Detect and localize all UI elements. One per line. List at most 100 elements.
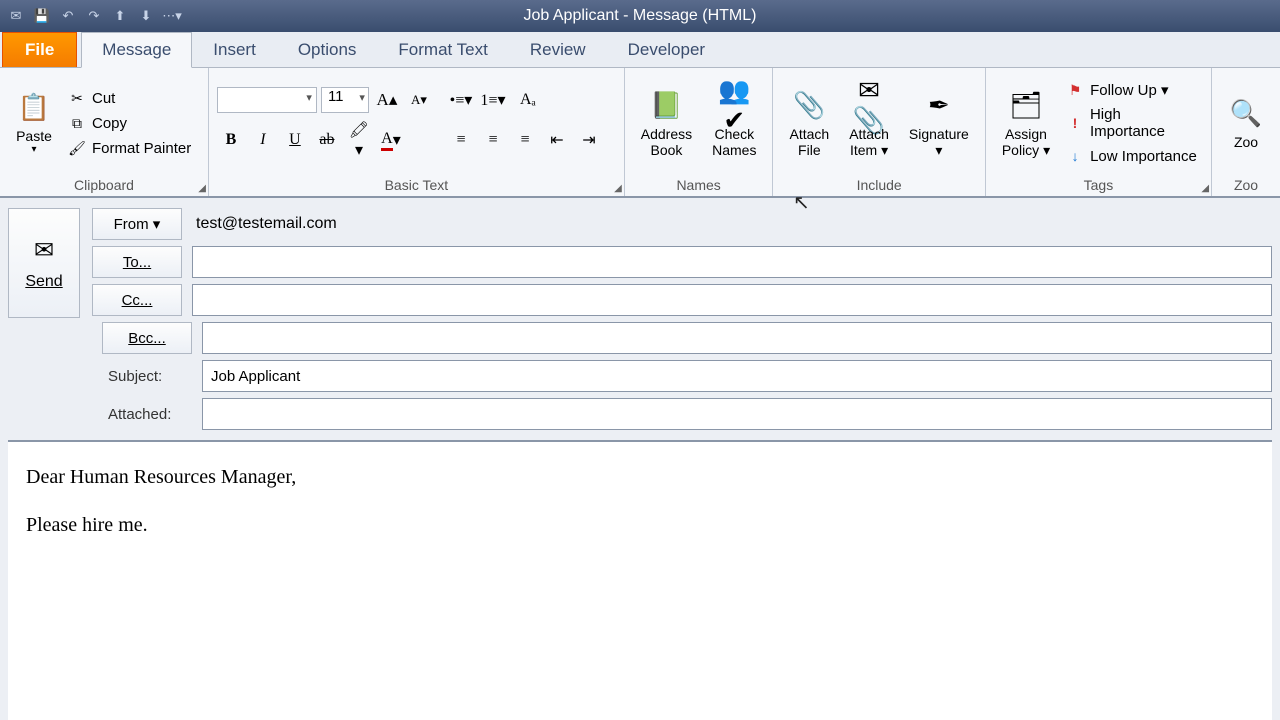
cut-label: Cut	[92, 90, 115, 107]
copy-label: Copy	[92, 115, 127, 132]
redo-icon[interactable]: ↷	[84, 6, 104, 26]
cc-label: Cc...	[122, 292, 153, 309]
brush-icon: 🖌	[68, 139, 86, 157]
send-button[interactable]: ✉ Send	[8, 208, 80, 318]
check-names-button[interactable]: 👥✔Check Names	[704, 72, 764, 174]
to-button[interactable]: To...	[92, 246, 182, 278]
signature-label: Signature ▾	[909, 126, 969, 158]
high-importance-button[interactable]: ! High Importance	[1062, 104, 1203, 142]
low-importance-button[interactable]: ↓Low Importance	[1062, 145, 1203, 167]
send-icon: ✉	[34, 236, 54, 265]
title-bar: ✉ 💾 ↶ ↷ ⬆ ⬇ ⋯▾ Job Applicant - Message (…	[0, 0, 1280, 32]
grow-font-icon: A▴	[377, 90, 398, 110]
format-painter-button[interactable]: 🖌 Format Painter	[64, 137, 195, 159]
group-clipboard: 📋 Paste ▾ ✂Cut ⧉Copy 🖌Format Painter Cli…	[0, 68, 209, 196]
to-input[interactable]	[192, 246, 1272, 278]
indent-button[interactable]: ⇥	[575, 127, 603, 153]
font-color-button[interactable]: A▾	[377, 127, 405, 153]
copy-button[interactable]: ⧉ Copy	[64, 112, 195, 134]
message-body[interactable]: Dear Human Resources Manager, Please hir…	[8, 440, 1272, 720]
highlight-button[interactable]: 🖍▾	[345, 127, 373, 153]
numbering-button[interactable]: 1≡▾	[479, 87, 507, 113]
cut-icon: ✂	[68, 89, 86, 107]
flag-icon: ⚑	[1066, 81, 1084, 99]
from-button[interactable]: From ▾	[92, 208, 182, 240]
high-importance-label: High Importance	[1090, 106, 1199, 140]
group-zoom-label: Zoo	[1220, 174, 1272, 194]
cut-button[interactable]: ✂ Cut	[64, 87, 195, 109]
numbering-icon: 1≡▾	[480, 90, 505, 110]
save-icon[interactable]: 💾	[32, 6, 52, 26]
shrink-font-button[interactable]: A▾	[405, 87, 433, 113]
from-value: test@testemail.com	[192, 215, 337, 233]
body-paragraph: Dear Human Resources Manager,	[26, 462, 1254, 492]
assign-policy-button[interactable]: 🗂Assign Policy ▾	[994, 72, 1058, 174]
indent-icon: ⇥	[582, 130, 595, 150]
tags-launcher-icon[interactable]: ◢	[1201, 183, 1209, 194]
copy-icon: ⧉	[68, 114, 86, 132]
group-tags: 🗂Assign Policy ▾ ⚑ Follow Up ▾ ! High Impo…	[986, 68, 1212, 196]
bold-button[interactable]: B	[217, 127, 245, 153]
subject-input[interactable]	[202, 360, 1272, 392]
italic-icon: I	[260, 131, 265, 149]
strike-button[interactable]: ab	[313, 127, 341, 153]
to-label: To...	[123, 254, 151, 271]
grow-font-button[interactable]: A▴	[373, 87, 401, 113]
tab-review[interactable]: Review	[509, 32, 607, 67]
bullets-button[interactable]: •≡▾	[447, 87, 475, 113]
outdent-button[interactable]: ⇤	[543, 127, 571, 153]
zoom-icon: 🔍	[1228, 96, 1264, 132]
undo-icon[interactable]: ↶	[58, 6, 78, 26]
italic-button[interactable]: I	[249, 127, 277, 153]
underline-icon: U	[289, 131, 301, 149]
cc-button[interactable]: Cc...	[92, 284, 182, 316]
cc-input[interactable]	[192, 284, 1272, 316]
font-size-combo[interactable]: 11	[321, 87, 369, 113]
high-importance-icon: !	[1066, 114, 1084, 132]
clear-format-icon: Aₐ	[520, 91, 536, 109]
tab-file[interactable]: File	[2, 32, 77, 67]
tab-message[interactable]: Message	[81, 32, 192, 68]
qat-more-icon[interactable]: ⋯▾	[162, 6, 182, 26]
low-importance-icon: ↓	[1066, 147, 1084, 165]
address-book-button[interactable]: 📗Address Book	[633, 72, 700, 174]
outdent-icon: ⇤	[550, 130, 563, 150]
bcc-input[interactable]	[202, 322, 1272, 354]
address-book-label: Address Book	[641, 126, 692, 158]
tab-options[interactable]: Options	[277, 32, 378, 67]
next-icon[interactable]: ⬇	[136, 6, 156, 26]
attach-file-label: Attach File	[789, 126, 829, 158]
paste-button[interactable]: 📋 Paste ▾	[8, 72, 60, 174]
zoom-button[interactable]: 🔍Zoo	[1220, 72, 1272, 174]
address-book-icon: 📗	[648, 88, 684, 124]
from-label: From ▾	[114, 215, 161, 233]
group-include: 📎Attach File ✉📎Attach Item ▾ ✒Signature …	[773, 68, 985, 196]
paste-icon: 📋	[16, 90, 52, 126]
align-left-button[interactable]: ≡	[447, 127, 475, 153]
check-names-icon: 👥✔	[716, 88, 752, 124]
basic-text-launcher-icon[interactable]: ◢	[614, 183, 622, 194]
ribbon: 📋 Paste ▾ ✂Cut ⧉Copy 🖌Format Painter Cli…	[0, 68, 1280, 198]
underline-button[interactable]: U	[281, 127, 309, 153]
clear-format-button[interactable]: Aₐ	[511, 87, 545, 113]
attach-item-button[interactable]: ✉📎Attach Item ▾	[841, 72, 897, 174]
bcc-button[interactable]: Bcc...	[102, 322, 192, 354]
follow-up-button[interactable]: ⚑ Follow Up ▾	[1062, 79, 1203, 101]
follow-up-label: Follow Up ▾	[1090, 81, 1168, 99]
attached-input[interactable]	[202, 398, 1272, 430]
tab-insert[interactable]: Insert	[192, 32, 277, 67]
tab-developer[interactable]: Developer	[607, 32, 727, 67]
format-painter-label: Format Painter	[92, 140, 191, 157]
group-include-label: Include	[781, 174, 976, 194]
align-right-button[interactable]: ≡	[511, 127, 539, 153]
group-zoom: 🔍Zoo Zoo	[1212, 68, 1280, 196]
tab-format-text[interactable]: Format Text	[377, 32, 508, 67]
font-name-combo[interactable]	[217, 87, 317, 113]
send-label: Send	[25, 273, 62, 291]
shrink-font-icon: A▾	[411, 92, 427, 108]
attach-file-button[interactable]: 📎Attach File	[781, 72, 837, 174]
signature-button[interactable]: ✒Signature ▾	[901, 72, 977, 174]
align-center-button[interactable]: ≡	[479, 127, 507, 153]
clipboard-launcher-icon[interactable]: ◢	[198, 183, 206, 194]
previous-icon[interactable]: ⬆	[110, 6, 130, 26]
